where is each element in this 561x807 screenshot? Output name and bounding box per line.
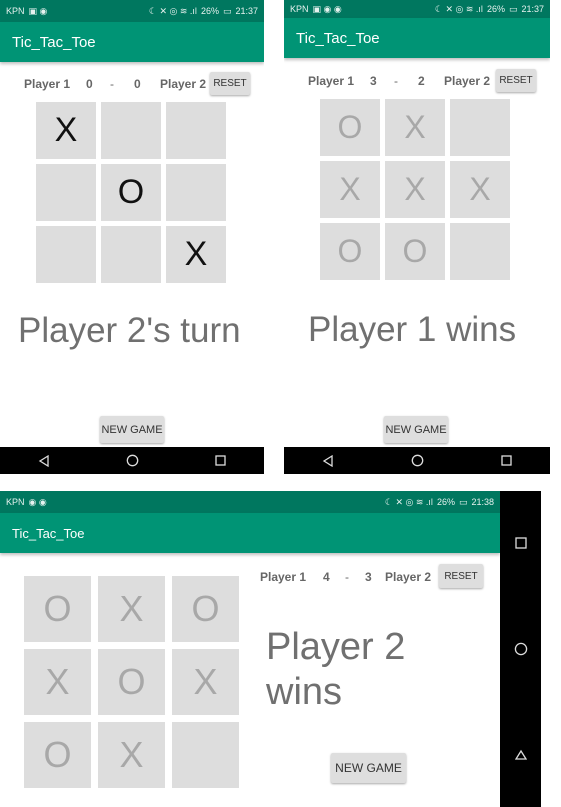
board-cell[interactable] (101, 102, 161, 159)
board: O X X X X O O (320, 99, 510, 280)
screen-1: KPN ▣ ◉ ☾ ✕ ◎ ≋ .ıl 26% ▭ 21:37 Tic_Tac_Toe … (0, 0, 264, 474)
board-cell[interactable]: O (320, 223, 380, 280)
app-bar: Tic_Tac_Toe (284, 18, 550, 58)
player1-score: 0 (86, 77, 93, 91)
player1-label: Player 1 (24, 77, 71, 91)
player2-score: 0 (134, 77, 141, 91)
board-cell[interactable]: X (385, 161, 445, 218)
notification-icon: ▣ ◉ (28, 5, 48, 16)
player2-label: Player 2 (444, 74, 491, 88)
screen-3: KPN ◉ ◉ ☾ ✕ ◎ ≋ .ıl 26% ▭ 21:38 Tic_Tac_Toe … (0, 491, 541, 807)
board-cell[interactable] (166, 164, 226, 221)
game-status-message: Player 2 wins (266, 626, 406, 713)
home-icon[interactable] (411, 454, 424, 467)
board-cell[interactable] (450, 99, 510, 156)
board-cell[interactable]: O (385, 223, 445, 280)
battery-label: 26% (436, 497, 455, 507)
scoreboard: Player 1 4 - 3 Player 2 (260, 570, 431, 584)
board-cell[interactable]: O (172, 576, 239, 642)
board-cell[interactable]: X (36, 102, 96, 159)
home-icon[interactable] (126, 454, 139, 467)
clock-label: 21:37 (521, 4, 544, 14)
board-cell[interactable]: X (98, 722, 165, 788)
back-icon[interactable] (322, 454, 334, 467)
board-cell[interactable]: X (385, 99, 445, 156)
game-status-message: Player 2's turn (18, 311, 241, 350)
board-cell[interactable] (172, 722, 239, 788)
recent-apps-icon[interactable] (500, 455, 512, 466)
home-icon[interactable] (514, 642, 528, 656)
app-title: Tic_Tac_Toe (296, 29, 380, 47)
carrier-label: KPN (6, 6, 25, 16)
player2-score: 2 (418, 74, 425, 88)
notification-icon: ◉ ◉ (28, 496, 47, 507)
battery-icon: ▭ (508, 3, 518, 14)
new-game-button[interactable]: NEW GAME (331, 753, 406, 783)
notification-icon: ▣ ◉ ◉ (312, 3, 342, 14)
game-status-message: Player 1 wins (308, 310, 517, 349)
reset-button[interactable]: RESET (496, 69, 536, 92)
app-bar: Tic_Tac_Toe (0, 22, 264, 62)
system-icons: ☾ ✕ ◎ ≋ .ıl (434, 3, 483, 14)
back-icon[interactable] (38, 454, 50, 467)
board-cell[interactable]: X (450, 161, 510, 218)
reset-button[interactable]: RESET (210, 72, 250, 95)
battery-icon: ▭ (222, 5, 232, 16)
board-cell[interactable]: O (101, 164, 161, 221)
app-bar: Tic_Tac_Toe (0, 513, 500, 553)
player1-label: Player 1 (308, 74, 355, 88)
player2-score: 3 (365, 570, 372, 584)
clock-label: 21:38 (471, 497, 494, 507)
player1-label: Player 1 (260, 570, 307, 584)
battery-label: 26% (200, 6, 219, 16)
system-icons: ☾ ✕ ◎ ≋ .ıl (384, 496, 433, 507)
board-cell[interactable]: O (24, 722, 91, 788)
player2-label: Player 2 (160, 77, 207, 91)
battery-label: 26% (486, 4, 505, 14)
app-title: Tic_Tac_Toe (12, 33, 96, 51)
player1-score: 3 (370, 74, 377, 88)
scoreboard: Player 1 0 - 0 Player 2 (24, 77, 206, 91)
board-cell[interactable] (101, 226, 161, 283)
board-cell[interactable] (36, 226, 96, 283)
navigation-bar (500, 491, 541, 807)
app-title: Tic_Tac_Toe (12, 525, 85, 541)
board-cell[interactable]: O (98, 649, 165, 715)
board-cell[interactable]: X (24, 649, 91, 715)
new-game-button[interactable]: NEW GAME (100, 416, 164, 443)
back-icon[interactable] (514, 749, 527, 761)
status-bar: KPN ▣ ◉ ◉ ☾ ✕ ◎ ≋ .ıl 26% ▭ 21:37 (284, 0, 550, 18)
status-bar: KPN ◉ ◉ ☾ ✕ ◎ ≋ .ıl 26% ▭ 21:38 (0, 491, 500, 513)
player2-label: Player 2 (385, 570, 432, 584)
board-cell[interactable]: X (98, 576, 165, 642)
reset-button[interactable]: RESET (439, 564, 483, 588)
recent-apps-icon[interactable] (514, 537, 527, 549)
carrier-label: KPN (6, 497, 25, 507)
board-cell[interactable] (450, 223, 510, 280)
navigation-bar (0, 447, 264, 474)
scoreboard: Player 1 3 - 2 Player 2 (308, 74, 490, 88)
board-cell[interactable]: O (24, 576, 91, 642)
score-separator: - (345, 570, 349, 584)
board: X O X (36, 102, 226, 283)
system-icons: ☾ ✕ ◎ ≋ .ıl (148, 5, 197, 16)
score-separator: - (110, 77, 114, 91)
board-cell[interactable]: X (320, 161, 380, 218)
board-cell[interactable]: O (320, 99, 380, 156)
board: O X O X O X O X (24, 576, 239, 788)
score-separator: - (394, 74, 398, 88)
recent-apps-icon[interactable] (215, 455, 226, 466)
new-game-button[interactable]: NEW GAME (384, 416, 448, 443)
clock-label: 21:37 (235, 6, 258, 16)
screen-2: KPN ▣ ◉ ◉ ☾ ✕ ◎ ≋ .ıl 26% ▭ 21:37 Tic_Tac_To… (284, 0, 550, 474)
player1-score: 4 (323, 570, 330, 584)
board-cell[interactable] (166, 102, 226, 159)
battery-icon: ▭ (458, 496, 468, 507)
board-cell[interactable] (36, 164, 96, 221)
board-cell[interactable]: X (172, 649, 239, 715)
navigation-bar (284, 447, 550, 474)
carrier-label: KPN (290, 4, 309, 14)
board-cell[interactable]: X (166, 226, 226, 283)
status-bar: KPN ▣ ◉ ☾ ✕ ◎ ≋ .ıl 26% ▭ 21:37 (0, 0, 264, 22)
